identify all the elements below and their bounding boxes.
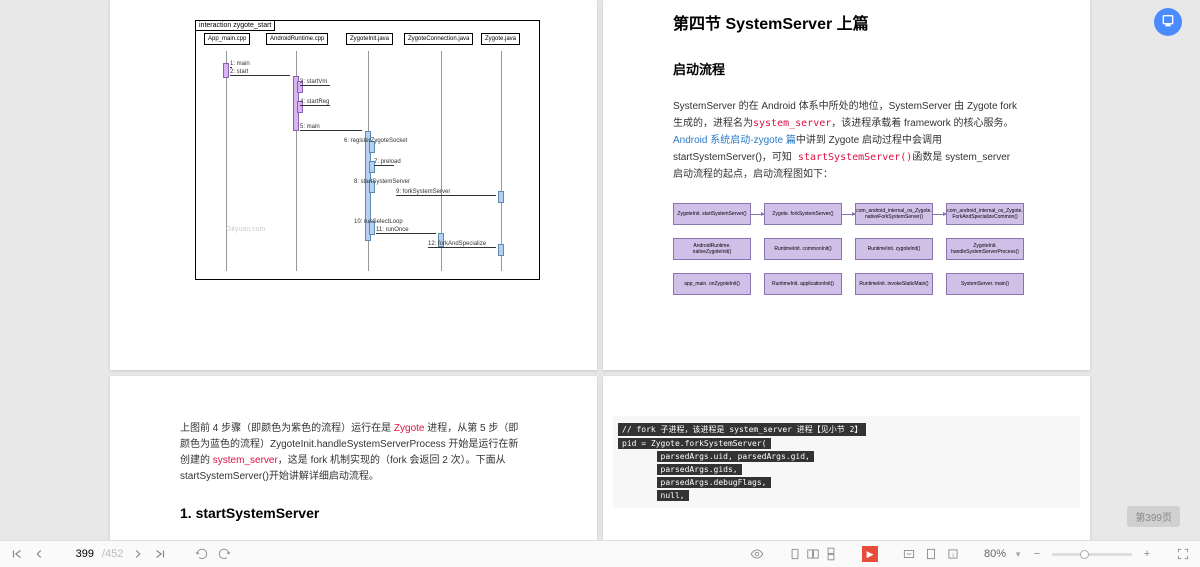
seq-msg: 3: startVm bbox=[300, 79, 330, 86]
zoom-slider[interactable] bbox=[1052, 553, 1132, 556]
first-page-button[interactable] bbox=[10, 547, 24, 561]
seq-msg: 2: start bbox=[230, 69, 290, 76]
page-left-top: interaction zygote_start App_main.cpp An… bbox=[110, 0, 597, 370]
seq-msg: 6: registerZygoteSocket bbox=[344, 138, 407, 144]
seq-msg: 1: main bbox=[230, 61, 232, 68]
code-block: // fork 子进程，该进程是 system_server 进程【见小节 2】… bbox=[613, 416, 1080, 508]
seq-msg: 10: runSelectLoop bbox=[354, 219, 403, 225]
floating-action-button[interactable] bbox=[1154, 8, 1182, 36]
participant-androidruntime: AndroidRuntime.cpp bbox=[266, 33, 328, 45]
actual-size-button[interactable]: 1 bbox=[946, 547, 960, 561]
flow-box: com_android_internal_os_Zygote. ForkAndS… bbox=[946, 203, 1024, 225]
page-right-bottom: // fork 子进程，该进程是 system_server 进程【见小节 2】… bbox=[603, 376, 1090, 540]
single-page-view-button[interactable] bbox=[788, 547, 802, 561]
zoom-level: 80% bbox=[984, 548, 1006, 560]
sequence-diagram: interaction zygote_start App_main.cpp An… bbox=[195, 20, 540, 280]
fit-width-button[interactable] bbox=[902, 547, 916, 561]
eye-icon[interactable] bbox=[750, 547, 764, 561]
seq-msg: 4: startReg bbox=[300, 99, 330, 106]
last-page-button[interactable] bbox=[153, 547, 167, 561]
participant-zygoteinit: ZygoteInit.java bbox=[346, 33, 393, 45]
link-zygote-article[interactable]: Android 系统启动-zygote 篇 bbox=[673, 135, 796, 146]
activation-bar bbox=[498, 191, 504, 203]
participant-app-main: App_main.cpp bbox=[204, 33, 250, 45]
two-page-view-button[interactable] bbox=[806, 547, 820, 561]
flow-box: RuntimeInit. applicationInit() bbox=[764, 273, 842, 295]
flow-box: RuntimeInit. zygoteInit() bbox=[855, 238, 933, 260]
continuous-view-button[interactable] bbox=[824, 547, 838, 561]
seq-msg: 9: forkSystemServer bbox=[396, 189, 496, 196]
rotate-right-button[interactable] bbox=[217, 547, 231, 561]
page-left-bottom: 上图前 4 步骤（即颜色为紫色的流程）运行在是 Zygote 进程，从第 5 步… bbox=[110, 376, 597, 540]
flow-box: ZygoteInit. startSystemServer() bbox=[673, 203, 751, 225]
participant-zygote: Zygote.java bbox=[481, 33, 520, 45]
flow-box: RuntimeInit. invokeStaticMain() bbox=[855, 273, 933, 295]
page-badge: 第399页 bbox=[1127, 506, 1180, 527]
zoom-in-button[interactable]: + bbox=[1140, 547, 1154, 561]
fullscreen-button[interactable] bbox=[1176, 547, 1190, 561]
page-number-input[interactable] bbox=[54, 548, 94, 560]
page-total: /452 bbox=[102, 548, 123, 560]
fit-page-button[interactable] bbox=[924, 547, 938, 561]
svg-text:1: 1 bbox=[952, 552, 955, 557]
seq-msg: 5: main bbox=[300, 124, 362, 131]
page-right-top: 第四节 SystemServer 上篇 启动流程 SystemServer 的在… bbox=[603, 0, 1090, 370]
diagram-title: interaction zygote_start bbox=[195, 20, 275, 31]
activation-bar bbox=[498, 244, 504, 256]
seq-msg: 8: startSystemServer bbox=[354, 179, 410, 185]
rotate-left-button[interactable] bbox=[195, 547, 209, 561]
play-button[interactable]: ▶ bbox=[862, 546, 878, 562]
seq-msg: 12: forkAndSpecialize bbox=[428, 241, 496, 248]
activation-bar bbox=[223, 63, 229, 78]
flow-box: AndroidRuntime. nativeZygoteInit() bbox=[673, 238, 751, 260]
flow-box: RuntimeInit. commonInit() bbox=[764, 238, 842, 260]
flow-box: app_main. onZygoteInit() bbox=[673, 273, 751, 295]
seq-msg: 7: preload bbox=[374, 159, 394, 166]
flow-chart: ZygoteInit. startSystemServer() Zygote. … bbox=[673, 198, 1020, 303]
next-page-button[interactable] bbox=[131, 547, 145, 561]
heading: 1. startSystemServer bbox=[110, 495, 597, 531]
section-title: 第四节 SystemServer 上篇 bbox=[673, 10, 1020, 34]
zoom-out-button[interactable]: − bbox=[1030, 547, 1044, 561]
subsection-title: 启动流程 bbox=[673, 59, 1020, 78]
watermark: Gityuan.com bbox=[226, 226, 265, 233]
zoom-slider-thumb[interactable] bbox=[1080, 550, 1089, 559]
flow-box: SystemServer. main() bbox=[946, 273, 1024, 295]
flow-box: ZygoteInit. handleSystemServerProcess() bbox=[946, 238, 1024, 260]
seq-msg: 11: runOnce bbox=[376, 227, 436, 234]
flow-box: Zygote. forkSystemServer() bbox=[764, 203, 842, 225]
body-paragraph: SystemServer 的在 Android 体系中所处的地位，SystemS… bbox=[673, 98, 1020, 183]
zoom-dropdown-icon[interactable]: ▼ bbox=[1014, 550, 1022, 559]
participant-zygoteconnection: ZygoteConnection.java bbox=[404, 33, 473, 45]
fab-icon bbox=[1160, 13, 1176, 32]
flow-box: com_android_internal_os_Zygote. nativeFo… bbox=[855, 203, 933, 225]
body-paragraph: 上图前 4 步骤（即颜色为紫色的流程）运行在是 Zygote 进程，从第 5 步… bbox=[110, 376, 597, 495]
prev-page-button[interactable] bbox=[32, 547, 46, 561]
bottom-toolbar: /452 ▶ 1 80% ▼ − + bbox=[0, 540, 1200, 567]
